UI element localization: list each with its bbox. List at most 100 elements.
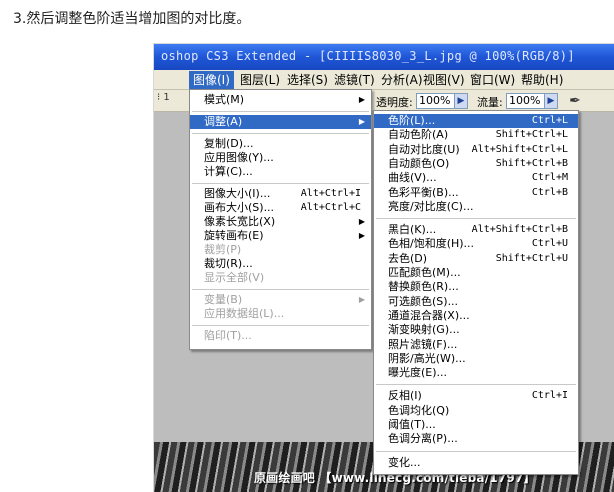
- menu-item-label: 可选颜色(S)...: [388, 294, 459, 308]
- menu-item-label: 自动颜色(O): [388, 156, 450, 170]
- menu-item: 应用数据组(L)...: [190, 307, 371, 321]
- menu-item-label: 通道混合器(X)...: [388, 308, 470, 322]
- menu-item-label: 照片滤镜(F)...: [388, 337, 458, 351]
- menu-item[interactable]: 通道混合器(X)...: [374, 309, 578, 323]
- menu-item-label: 色相/饱和度(H)...: [388, 237, 475, 251]
- menu-item[interactable]: 亮度/对比度(C)...: [374, 200, 578, 214]
- menu-item[interactable]: 渐变映射(G)...: [374, 323, 578, 337]
- menu-item-label: 色调分离(P)...: [388, 432, 458, 446]
- menu-item[interactable]: 画布大小(S)... Alt+Ctrl+C: [190, 201, 371, 215]
- menu-item-label: 色阶(L)...: [388, 114, 436, 127]
- menu-item-label: 图像大小(I)...: [204, 187, 271, 200]
- menu-item[interactable]: 复制(D)...: [190, 137, 371, 151]
- menu-item[interactable]: 反相(I) Ctrl+I: [374, 389, 578, 403]
- menu-item-label: 复制(D)...: [204, 137, 254, 150]
- menu-item-label: 变量(B): [204, 293, 243, 306]
- menu-item[interactable]: 可选颜色(S)...: [374, 295, 578, 309]
- menubar-item[interactable]: 窗口(W): [466, 71, 519, 89]
- menu-item[interactable]: 阴影/高光(W)...: [374, 352, 578, 366]
- menu-item-label: 模式(M): [204, 93, 245, 106]
- menu-item-shortcut: Shift+Ctrl+B: [495, 157, 568, 169]
- menu-item-shortcut: Ctrl+L: [531, 115, 568, 126]
- menu-item-label: 像素长宽比(X): [204, 215, 276, 228]
- submenu-arrow-icon: ▶: [358, 117, 365, 126]
- menu-item[interactable]: 图像大小(I)... Alt+Ctrl+I: [190, 187, 371, 201]
- menu-item[interactable]: 自动对比度(U) Alt+Shift+Ctrl+L: [374, 143, 578, 157]
- menu-item-label: 裁切(R)...: [204, 257, 253, 270]
- menu-item[interactable]: 色调分离(P)...: [374, 432, 578, 446]
- flow-arrow-icon[interactable]: ▶: [544, 93, 558, 109]
- menubar-item[interactable]: 滤镜(T): [330, 71, 379, 89]
- menu-item-shortcut: Alt+Shift+Ctrl+L: [471, 143, 568, 155]
- menubar-item[interactable]: 帮助(H): [517, 71, 567, 89]
- menu-item[interactable]: 色阶(L)... Ctrl+L: [374, 114, 578, 128]
- menu-item: 显示全部(V): [190, 271, 371, 285]
- menu-item[interactable]: 照片滤镜(F)...: [374, 338, 578, 352]
- menubar-item[interactable]: 图像(I): [189, 71, 234, 89]
- menu-item[interactable]: 旋转画布(E) ▶: [190, 229, 371, 243]
- menu-item-shortcut: Alt+Shift+Ctrl+B: [471, 224, 568, 236]
- menu-item-label: 色调均化(Q): [388, 403, 450, 417]
- menu-item[interactable]: 去色(D) Shift+Ctrl+U: [374, 252, 578, 266]
- window-titlebar: oshop CS3 Extended - [CIIIIS8030_3_L.jpg…: [154, 44, 614, 70]
- submenu-arrow-icon: ▶: [358, 295, 365, 304]
- menubar-item[interactable]: 视图(V): [419, 71, 469, 89]
- menu-item-label: 应用数据组(L)...: [204, 307, 285, 320]
- menu-item[interactable]: 色彩平衡(B)... Ctrl+B: [374, 186, 578, 200]
- menu-item[interactable]: 色相/饱和度(H)... Ctrl+U: [374, 237, 578, 251]
- menubar-item[interactable]: 选择(S): [283, 71, 332, 89]
- menu-item[interactable]: 调整(A) ▶: [190, 115, 371, 129]
- submenu-arrow-icon: ▶: [358, 95, 365, 104]
- flow-label: 流量:: [477, 96, 503, 109]
- menu-item-label: 去色(D): [388, 251, 428, 265]
- opacity-field[interactable]: 100%: [416, 93, 456, 109]
- menu-item-label: 替换颜色(R)...: [388, 280, 459, 294]
- menu-item: 裁剪(P): [190, 243, 371, 257]
- menu-separator: [192, 133, 369, 134]
- menu-item[interactable]: 自动色阶(A) Shift+Ctrl+L: [374, 128, 578, 142]
- menu-item-label: 渐变映射(G)...: [388, 323, 460, 337]
- menu-item-label: 曝光度(E)...: [388, 366, 448, 380]
- menu-item-label: 陷印(T)...: [204, 329, 252, 342]
- opacity-arrow-icon[interactable]: ▶: [454, 93, 468, 109]
- menu-item[interactable]: 黑白(K)... Alt+Shift+Ctrl+B: [374, 223, 578, 237]
- menu-separator: [376, 218, 576, 220]
- airbrush-icon[interactable]: ✒: [564, 92, 586, 110]
- opacity-label: 透明度:: [376, 96, 413, 109]
- menu-item[interactable]: 色调均化(Q): [374, 404, 578, 418]
- menu-item[interactable]: 替换颜色(R)...: [374, 280, 578, 294]
- submenu-arrow-icon: ▶: [358, 217, 365, 226]
- menu-item-shortcut: Alt+Ctrl+I: [300, 188, 361, 199]
- menu-item[interactable]: 像素长宽比(X) ▶: [190, 215, 371, 229]
- menu-item[interactable]: 匹配颜色(M)...: [374, 266, 578, 280]
- menu-item-label: 曲线(V)...: [388, 171, 437, 185]
- menu-item[interactable]: 裁切(R)...: [190, 257, 371, 271]
- menu-item[interactable]: 曝光度(E)...: [374, 366, 578, 380]
- menu-item[interactable]: 变化...: [374, 456, 578, 470]
- menu-item[interactable]: 阈值(T)...: [374, 418, 578, 432]
- menu-item-label: 显示全部(V): [204, 271, 265, 284]
- menu-item-shortcut: Ctrl+U: [531, 238, 568, 250]
- menu-item-label: 阈值(T)...: [388, 418, 436, 431]
- menu-item[interactable]: 自动颜色(O) Shift+Ctrl+B: [374, 157, 578, 171]
- image-menu: 模式(M) ▶ 调整(A) ▶ 复制(D)... 应用图像(Y)... 计算(C)... 图像…: [189, 89, 372, 350]
- flow-field[interactable]: 100%: [506, 93, 546, 109]
- menu-item[interactable]: 计算(C)...: [190, 165, 371, 179]
- menu-item-label: 色彩平衡(B)...: [388, 185, 459, 199]
- menu-item-shortcut: Ctrl+I: [531, 390, 568, 402]
- menu-item-label: 裁剪(P): [204, 243, 242, 256]
- menu-item[interactable]: 曲线(V)... Ctrl+M: [374, 171, 578, 185]
- article-caption: 3.然后调整色阶适当增加图的对比度。: [13, 11, 251, 27]
- menu-item-label: 自动色阶(A): [388, 128, 449, 142]
- menu-separator: [376, 384, 576, 386]
- menu-item-label: 旋转画布(E): [204, 229, 264, 242]
- menu-item-shortcut: Shift+Ctrl+L: [495, 129, 568, 141]
- menu-item[interactable]: 模式(M) ▶: [190, 93, 371, 107]
- menu-item: 陷印(T)...: [190, 329, 371, 343]
- adjust-submenu: 色阶(L)... Ctrl+L 自动色阶(A) Shift+Ctrl+L 自动对比度(U…: [373, 110, 579, 475]
- menu-item[interactable]: 应用图像(Y)...: [190, 151, 371, 165]
- menu-item-label: 变化...: [388, 455, 421, 469]
- menu-item-label: 应用图像(Y)...: [204, 151, 274, 164]
- menu-item-label: 匹配颜色(M)...: [388, 266, 461, 279]
- menubar-item[interactable]: 图层(L): [236, 71, 284, 89]
